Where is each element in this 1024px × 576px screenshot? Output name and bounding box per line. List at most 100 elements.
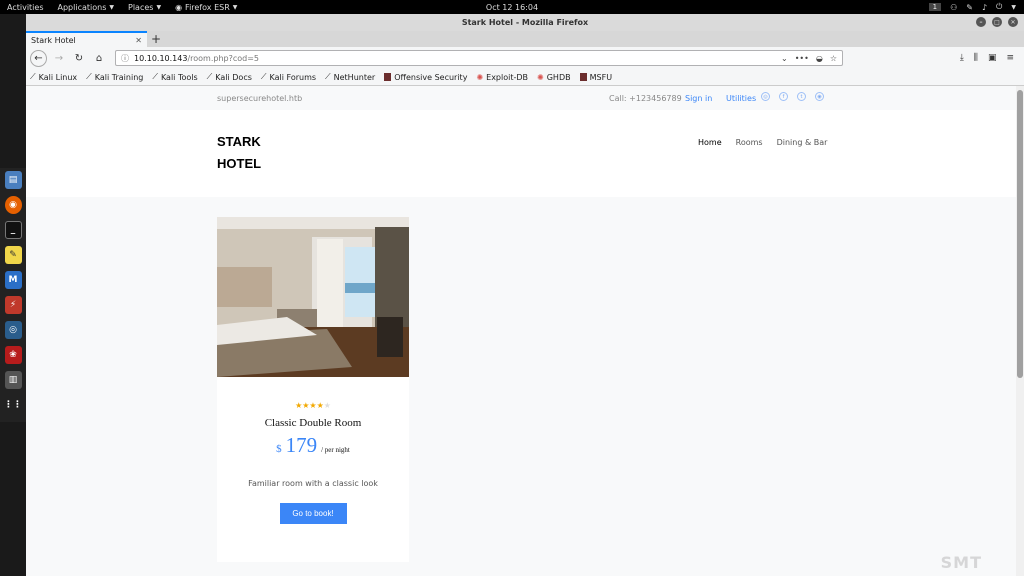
site-logo[interactable]: STARK HOTEL (217, 131, 287, 175)
back-button[interactable]: ← (30, 49, 47, 67)
system-menu-caret-icon[interactable]: ▼ (1011, 4, 1016, 11)
pocket-icon[interactable]: ◒ (816, 54, 823, 63)
utilities-link[interactable]: Utilities (726, 94, 756, 103)
star-icon: ★ (316, 401, 324, 410)
msfu-icon (579, 73, 587, 81)
applications-menu[interactable]: Applications ▼ (51, 3, 122, 12)
price-currency: $ (276, 443, 282, 455)
sign-in-link[interactable]: Sign in (685, 94, 712, 103)
bookmark-item[interactable]: ⟋ Kali Linux (30, 72, 77, 82)
network-icon[interactable]: ⚇ (950, 3, 957, 12)
activities-button[interactable]: Activities (0, 3, 51, 12)
tab-close-icon[interactable]: ✕ (135, 36, 142, 45)
cherry-icon[interactable]: ❀ (4, 346, 22, 364)
bookmark-item[interactable]: ⟋ Kali Forums (261, 72, 316, 82)
app-menu-label: Firefox ESR (185, 2, 230, 12)
trash-icon[interactable]: ▥ (4, 371, 22, 389)
terminal-icon[interactable]: _ (4, 221, 22, 239)
star-rating: ★★★★★ (217, 401, 409, 410)
bookmark-item[interactable]: ⟋ Kali Tools (152, 72, 197, 82)
info-icon[interactable]: ⓘ (121, 53, 129, 64)
social-links: ◎ f t ◉ (761, 92, 824, 101)
notes-icon[interactable]: ✎ (4, 246, 22, 264)
scrollbar-thumb[interactable] (1017, 90, 1023, 378)
kali-dragon-icon: ⟋ (206, 72, 213, 81)
tools-icon[interactable]: ✎ (966, 3, 973, 12)
room-card: ★★★★★ Classic Double Room $ 179 / per ni… (217, 217, 409, 562)
bookmark-item[interactable]: ⟋ Kali Training (86, 72, 143, 82)
tab-stark-hotel[interactable]: Stark Hotel ✕ (26, 31, 147, 47)
maximize-icon[interactable]: □ (992, 17, 1002, 27)
logo-line-1: STARK (217, 134, 261, 149)
bookmark-item[interactable]: ✺ Exploit-DB (476, 73, 528, 82)
firefox-window: Stark Hotel - Mozilla Firefox – □ ✕ Star… (26, 14, 1024, 576)
desktop-top-bar: Activities Applications ▼ Places ▼ ◉ Firefo… (0, 0, 1024, 14)
bookmarks-toolbar: ⟋ Kali Linux ⟋ Kali Training ⟋ Kali Tools ⟋… (26, 69, 1024, 86)
clock[interactable]: Oct 12 16:04 (486, 3, 538, 12)
tab-strip: Stark Hotel ✕ + (26, 31, 1024, 47)
bookmark-item[interactable]: ⟋ NetHunter (325, 72, 375, 82)
site-domain: supersecurehotel.htb (217, 94, 303, 103)
show-apps-icon[interactable]: ⋮⋮ (4, 396, 22, 414)
burp-icon[interactable]: ⚡ (4, 296, 22, 314)
home-button[interactable]: ⌂ (91, 50, 107, 66)
activities-label: Activities (7, 2, 44, 12)
dropdown-icon[interactable]: ⌄ (781, 54, 788, 63)
firefox-icon: ◉ (175, 2, 183, 12)
files-icon[interactable]: ▤ (4, 171, 22, 189)
bookmark-item[interactable]: ⟋ Kali Docs (207, 72, 252, 82)
logo-line-2: HOTEL (217, 156, 262, 171)
tab-label: Stark Hotel (31, 35, 76, 45)
firefox-dock-icon[interactable]: ◉ (4, 196, 22, 214)
book-button[interactable]: Go to book! (279, 503, 347, 524)
site-header: STARK HOTEL Home Rooms Dining & Bar (26, 110, 1024, 197)
close-icon[interactable]: ✕ (1008, 17, 1018, 27)
room-photo (217, 217, 409, 377)
kali-dragon-icon: ⟋ (325, 72, 331, 81)
star-icon: ★ (309, 401, 317, 410)
nav-rooms[interactable]: Rooms (736, 138, 763, 147)
facebook-icon[interactable]: f (779, 92, 788, 101)
instagram-icon[interactable]: ◎ (761, 92, 770, 101)
exploit-db-icon: ✺ (476, 72, 484, 82)
bookmark-label: Offensive Security (394, 72, 468, 82)
app-menu[interactable]: ◉ Firefox ESR ▼ (168, 3, 244, 12)
bookmark-item[interactable]: ✺ GHDB (537, 73, 571, 82)
forward-button[interactable]: → (51, 50, 67, 66)
twitter-icon[interactable]: t (797, 92, 806, 101)
bookmark-label: Kali Training (94, 72, 144, 82)
nav-dining-bar[interactable]: Dining & Bar (777, 138, 828, 147)
minimize-icon[interactable]: – (976, 17, 986, 27)
bookmark-item[interactable]: Offensive Security (384, 73, 467, 82)
dock: ▤ ◉ _ ✎ M ⚡ ◎ ❀ ▥ ⋮⋮ (0, 168, 26, 422)
library-icon[interactable]: ⫼ (974, 53, 978, 63)
bookmark-star-icon[interactable]: ☆ (830, 54, 837, 63)
offsec-icon (384, 73, 392, 81)
caret-down-icon: ▼ (232, 3, 238, 11)
new-tab-button[interactable]: + (147, 31, 165, 47)
places-menu[interactable]: Places ▼ (121, 3, 168, 12)
window-titlebar[interactable]: Stark Hotel - Mozilla Firefox – □ ✕ (26, 14, 1024, 31)
sidebar-icon[interactable]: ▣ (988, 53, 997, 63)
page-scrollbar[interactable] (1016, 86, 1024, 576)
nav-home[interactable]: Home (698, 138, 722, 147)
volume-icon[interactable]: ♪ (982, 3, 987, 12)
workspace-indicator[interactable]: 1 (928, 3, 942, 11)
url-bar[interactable]: ⓘ 10.10.10.143/room.php?cod=5 ⌄ ••• ◒ ☆ (115, 50, 843, 66)
places-label: Places (128, 2, 154, 12)
power-icon[interactable]: ⏻ (996, 2, 1002, 12)
metasploit-icon[interactable]: M (4, 271, 22, 289)
bookmark-label: Exploit-DB (486, 72, 529, 82)
reload-button[interactable]: ↻ (71, 50, 87, 66)
room-name: Classic Double Room (264, 417, 362, 429)
page-viewport: supersecurehotel.htb Call: +123456789 Si… (26, 86, 1024, 576)
menu-icon[interactable]: ≡ (1006, 53, 1014, 63)
applications-label: Applications (57, 2, 107, 12)
download-icon[interactable]: ⤓ (960, 53, 964, 63)
kali-dragon-icon: ⟋ (30, 72, 36, 81)
bookmark-item[interactable]: MSFU (579, 73, 612, 82)
page-actions-icon[interactable]: ••• (795, 54, 809, 63)
dribbble-icon[interactable]: ◉ (815, 92, 824, 101)
caret-down-icon: ▼ (109, 3, 114, 11)
eye-icon[interactable]: ◎ (4, 321, 22, 339)
